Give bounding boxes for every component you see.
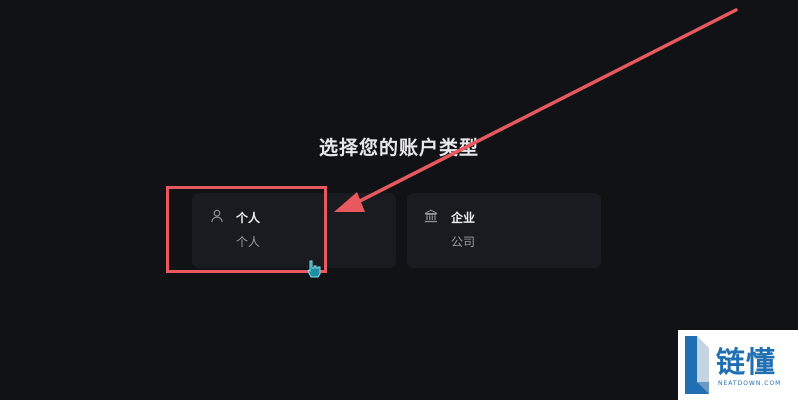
user-icon (211, 209, 223, 223)
watermark-logo: 链懂 NEATDOWN.COM (678, 330, 798, 400)
watermark-title: 链懂 (716, 345, 777, 379)
bank-building-icon (424, 209, 438, 223)
account-type-business-label: 企业 (451, 211, 476, 225)
account-type-screen: 选择您的账户类型 个人 个人 企业 公司 链懂 NEATDOWN.COM (0, 0, 798, 400)
account-type-personal-label: 个人 (236, 211, 261, 225)
account-type-business-card[interactable]: 企业 公司 (407, 193, 601, 268)
account-type-personal-description: 个人 (236, 235, 261, 249)
page-title: 选择您的账户类型 (318, 137, 479, 159)
letter-l-logo-icon (685, 336, 709, 394)
account-type-personal-card[interactable]: 个人 个人 (192, 193, 396, 268)
account-type-business-description: 公司 (451, 235, 476, 249)
hand-cursor-icon (307, 260, 321, 278)
watermark-subtitle: NEATDOWN.COM (718, 380, 782, 387)
